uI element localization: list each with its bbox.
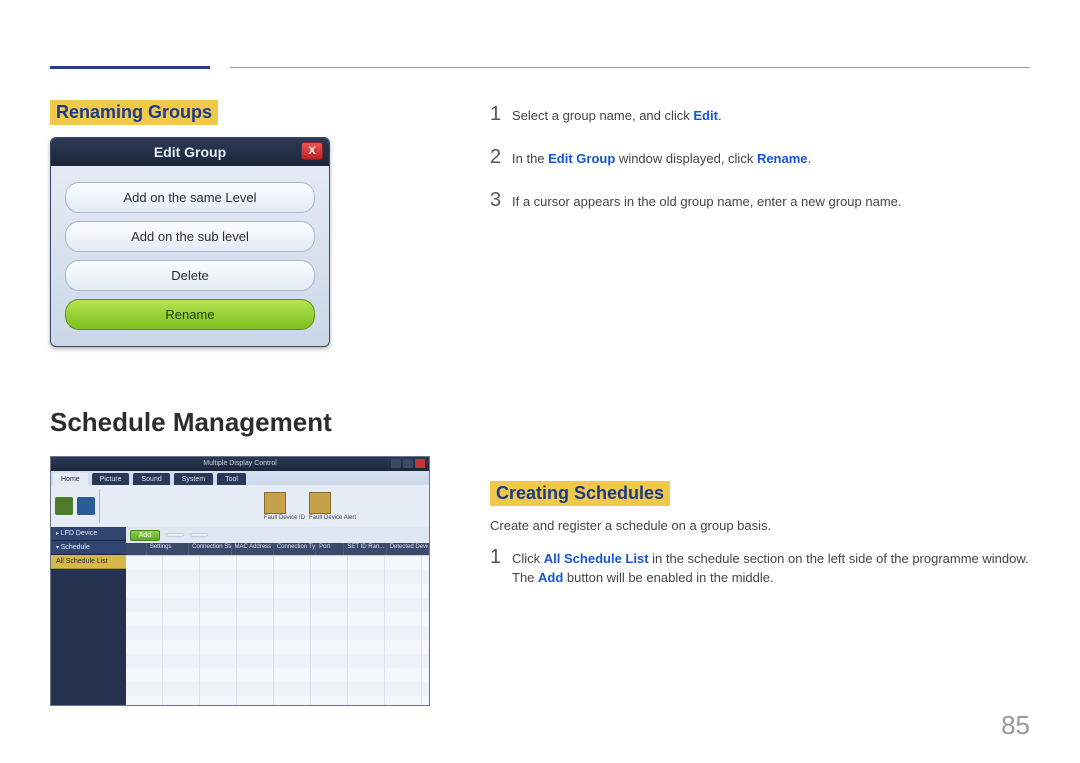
- left-column: Renaming Groups Edit Group X Add on the …: [50, 100, 430, 706]
- step-2-kw1: Edit Group: [548, 151, 615, 166]
- content-row-1: Renaming Groups Edit Group X Add on the …: [50, 100, 1030, 706]
- add-sub-level-button[interactable]: Add on the sub level: [65, 221, 315, 252]
- manual-page: Renaming Groups Edit Group X Add on the …: [0, 0, 1080, 763]
- creating-steps: 1 Click All Schedule List in the schedul…: [490, 543, 1030, 588]
- minimize-icon[interactable]: [391, 459, 401, 468]
- maximize-icon[interactable]: [403, 459, 413, 468]
- close-icon: X: [308, 145, 315, 157]
- ribbon-icon-2[interactable]: [77, 497, 95, 515]
- creating-step-1: 1 Click All Schedule List in the schedul…: [490, 543, 1030, 588]
- header-long-rule: [230, 67, 1030, 68]
- dialog-body: Add on the same Level Add on the sub lev…: [51, 166, 329, 346]
- col-settings: Settings: [147, 543, 189, 555]
- dialog-title-text: Edit Group: [154, 144, 226, 160]
- toolbar-disabled-1: [166, 533, 184, 537]
- creating-step-num-1: 1: [490, 543, 512, 572]
- edit-group-dialog: Edit Group X Add on the same Level Add o…: [50, 137, 330, 347]
- c1-kw2: Add: [538, 570, 563, 585]
- window-controls: [391, 459, 425, 468]
- main-area: Add Settings Connection Status MAC Addre…: [126, 527, 429, 705]
- step-body-2: In the Edit Group window displayed, clic…: [512, 148, 1030, 169]
- dialog-titlebar: Edit Group X: [51, 138, 329, 166]
- right-column: 1 Select a group name, and click Edit. 2…: [490, 100, 1030, 706]
- dialog-close-button[interactable]: X: [301, 142, 323, 160]
- rename-button[interactable]: Rename: [65, 299, 315, 330]
- c1-post: button will be enabled in the middle.: [563, 570, 773, 585]
- grid-lines: [126, 556, 429, 705]
- add-button[interactable]: Add: [130, 530, 160, 541]
- close-icon[interactable]: [415, 459, 425, 468]
- section-title-creating: Creating Schedules: [490, 481, 670, 506]
- step-num-2: 2: [490, 143, 512, 172]
- sidebar: LFD Device Schedule All Schedule List: [51, 527, 126, 705]
- col-detected: Detected Devices: [387, 543, 429, 555]
- mdc-app-screenshot: Multiple Display Control Home Picture So…: [50, 456, 430, 706]
- col-blank: [126, 543, 147, 555]
- c1-kw1: All Schedule List: [544, 551, 649, 566]
- ribbon-separator: [99, 489, 100, 523]
- step-1-post: .: [718, 108, 722, 123]
- step-num-3: 3: [490, 186, 512, 215]
- table-header: Settings Connection Status MAC Address C…: [126, 543, 429, 555]
- app-titlebar: Multiple Display Control: [51, 457, 429, 471]
- toolbar-disabled-2: [190, 533, 208, 537]
- col-setid: SET ID Ran...: [344, 543, 386, 555]
- sidebar-all-schedule-list[interactable]: All Schedule List: [51, 555, 126, 569]
- col-connection-status: Connection Status: [189, 543, 231, 555]
- step-3: 3 If a cursor appears in the old group n…: [490, 186, 1030, 215]
- fault-device-alert-label: Fault Device Alert: [309, 515, 356, 521]
- step-2-pre: In the: [512, 151, 548, 166]
- creating-intro: Create and register a schedule on a grou…: [490, 518, 1030, 533]
- sidebar-schedule[interactable]: Schedule: [51, 541, 126, 555]
- add-same-level-button[interactable]: Add on the same Level: [65, 182, 315, 213]
- header-short-rule: [50, 66, 210, 69]
- fault-device-id-icon[interactable]: [264, 492, 286, 514]
- step-2-mid: window displayed, click: [615, 151, 757, 166]
- step-1-pre: Select a group name, and click: [512, 108, 693, 123]
- renaming-steps: 1 Select a group name, and click Edit. 2…: [490, 100, 1030, 215]
- delete-button[interactable]: Delete: [65, 260, 315, 291]
- page-number: 85: [1001, 710, 1030, 741]
- step-num-1: 1: [490, 100, 512, 129]
- app-body: LFD Device Schedule All Schedule List Ad…: [51, 527, 429, 705]
- step-body-3: If a cursor appears in the old group nam…: [512, 191, 1030, 212]
- col-mac-address: MAC Address: [232, 543, 274, 555]
- step-2-post: .: [808, 151, 812, 166]
- col-connection-type: Connection Type: [274, 543, 316, 555]
- col-port: Port: [316, 543, 344, 555]
- toolbar: Add: [126, 527, 429, 543]
- c1-pre: Click: [512, 551, 544, 566]
- creating-step-body-1: Click All Schedule List in the schedule …: [512, 548, 1030, 588]
- ribbon-icon-1[interactable]: [55, 497, 73, 515]
- ribbon-body: Fault Device ID Fault Device Alert: [51, 485, 429, 527]
- step-body-1: Select a group name, and click Edit.: [512, 105, 1030, 126]
- app-title-text: Multiple Display Control: [203, 460, 277, 467]
- step-1-kw: Edit: [693, 108, 718, 123]
- spacer: [490, 229, 1030, 481]
- table-body: [126, 555, 429, 705]
- step-2-kw2: Rename: [757, 151, 808, 166]
- section-title-renaming: Renaming Groups: [50, 100, 218, 125]
- sidebar-lfd-device[interactable]: LFD Device: [51, 527, 126, 541]
- ribbon-fault-group: Fault Device ID Fault Device Alert: [104, 492, 356, 521]
- fault-device-id-label: Fault Device ID: [264, 515, 305, 521]
- step-2: 2 In the Edit Group window displayed, cl…: [490, 143, 1030, 172]
- schedule-management-heading: Schedule Management: [50, 407, 430, 438]
- fault-device-alert-icon[interactable]: [309, 492, 331, 514]
- step-1: 1 Select a group name, and click Edit.: [490, 100, 1030, 129]
